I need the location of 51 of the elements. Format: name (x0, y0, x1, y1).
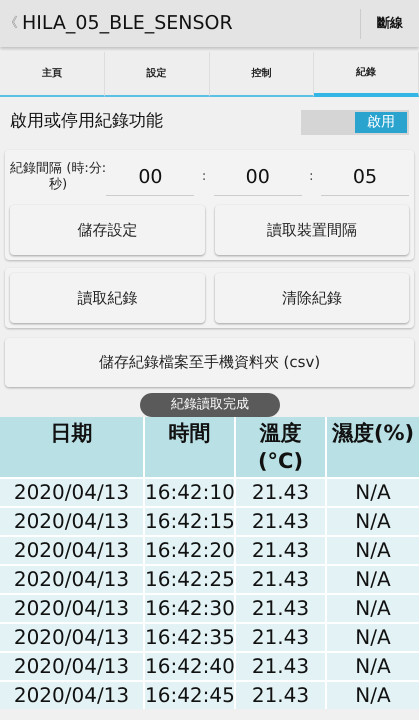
table-cell: 21.43 (236, 595, 327, 622)
table-cell: N/A (327, 508, 419, 535)
table-cell: 2020/04/13 (0, 595, 145, 622)
table-cell: 16:42:15 (145, 508, 236, 535)
toast-message: 紀錄讀取完成 (140, 393, 280, 417)
disconnect-button[interactable]: 斷線 (361, 14, 419, 34)
tab[interactable]: 設定 (104, 52, 210, 97)
interval-field[interactable]: 05 (320, 158, 409, 196)
device-title: HILA_05_BLE_SENSOR (22, 11, 234, 36)
table-cell: N/A (327, 537, 419, 564)
table-cell: N/A (327, 682, 419, 709)
table-cell: 16:42:20 (145, 537, 236, 564)
tab[interactable]: 控制 (210, 52, 314, 97)
time-separator: : (308, 168, 315, 186)
table-cell: 21.43 (236, 566, 327, 593)
table-cell: 2020/04/13 (0, 537, 145, 564)
action-button[interactable]: 讀取紀錄 (10, 273, 204, 323)
table-cell: 21.43 (236, 653, 327, 680)
table-cell: 2020/04/13 (0, 682, 145, 709)
action-button[interactable]: 儲存設定 (10, 205, 204, 255)
table-cell: 2020/04/13 (0, 624, 145, 651)
table-cell: N/A (327, 624, 419, 651)
table-cell: N/A (327, 479, 419, 506)
interval-label: 紀錄間隔 (時:分:秒) (10, 161, 106, 193)
tab[interactable]: 紀錄 (314, 52, 419, 97)
table-cell: 16:42:45 (145, 682, 236, 709)
action-button[interactable]: 清除紀錄 (214, 273, 409, 323)
interval-field[interactable]: 00 (214, 158, 302, 196)
table-cell: 2020/04/13 (0, 566, 145, 593)
table-cell: 21.43 (236, 508, 327, 535)
action-button[interactable]: 讀取裝置間隔 (214, 205, 409, 255)
time-separator: : (200, 168, 208, 186)
table-cell: 21.43 (236, 537, 327, 564)
export-button[interactable]: 儲存紀錄檔案至手機資料夾 (csv) (5, 338, 414, 387)
table-cell: 16:42:10 (145, 479, 236, 506)
table-cell: 16:42:25 (145, 566, 236, 593)
table-cell: 21.43 (236, 624, 327, 651)
table-cell: N/A (327, 566, 419, 593)
table-cell: 16:42:40 (145, 653, 236, 680)
table-cell: 21.43 (236, 682, 327, 709)
table-cell: 2020/04/13 (0, 479, 145, 506)
logging-label: 啟用或停用紀錄功能 (10, 110, 163, 134)
table-cell: 16:42:35 (145, 624, 236, 651)
table-cell: 16:42:30 (145, 595, 236, 622)
table-cell: 2020/04/13 (0, 653, 145, 680)
table-cell: 21.43 (236, 479, 327, 506)
interval-field[interactable]: 00 (106, 158, 194, 196)
table-cell: N/A (327, 595, 419, 622)
table-cell: 2020/04/13 (0, 508, 145, 535)
table-cell: N/A (327, 653, 419, 680)
tab[interactable]: 主頁 (0, 52, 105, 97)
